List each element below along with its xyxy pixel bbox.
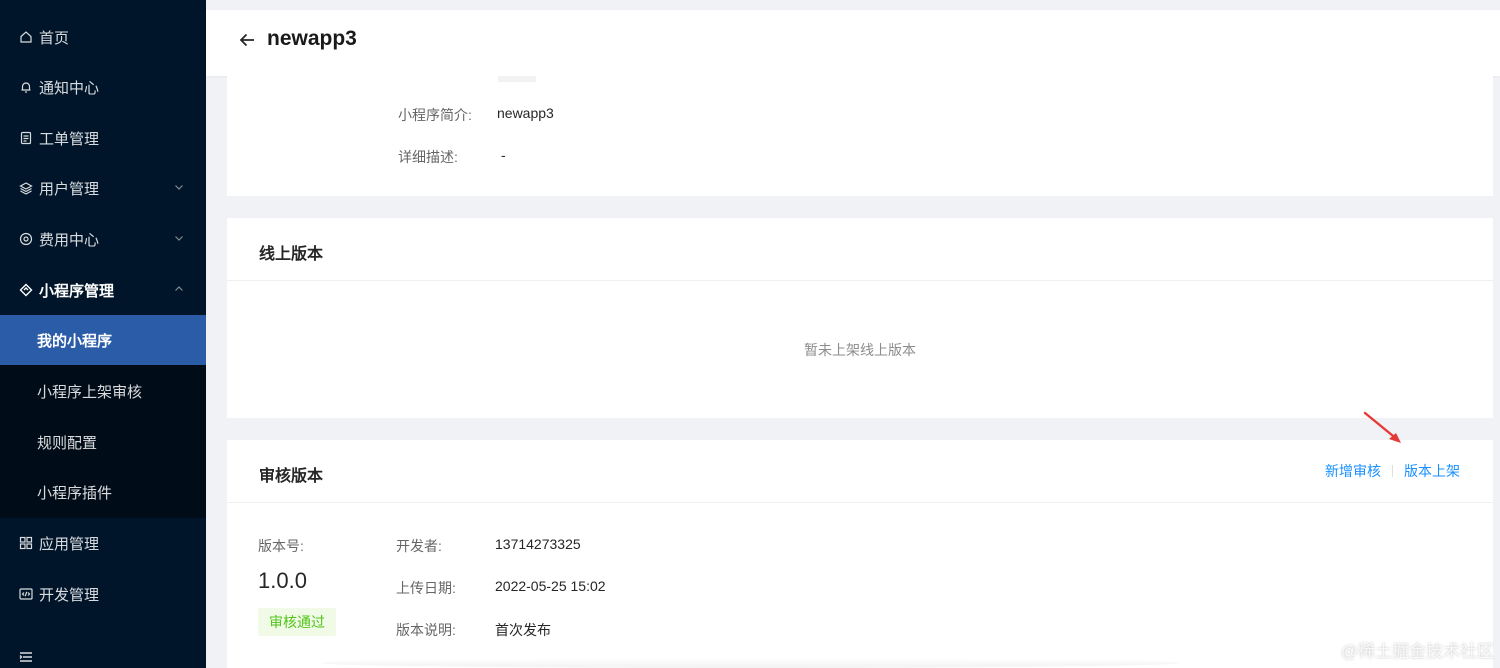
card-actions: 新增审核 版本上架 <box>1325 461 1460 481</box>
developer-label: 开发者: <box>396 538 442 554</box>
sidebar-item-miniprogram[interactable]: 小程序管理 <box>0 265 206 315</box>
clipboard-icon <box>19 131 33 145</box>
sidebar-item-rules[interactable]: 规则配置 <box>0 417 206 467</box>
sidebar-item-label: 工单管理 <box>39 130 100 148</box>
chevron-up-icon <box>175 286 183 291</box>
online-version-card: 线上版本 暂未上架线上版本 <box>227 218 1493 418</box>
chevron-down-icon <box>175 185 183 190</box>
upload-date-label: 上传日期: <box>396 580 456 596</box>
developer-value: 13714273325 <box>495 536 581 552</box>
sidebar-item-plugins[interactable]: 小程序插件 <box>0 467 206 517</box>
chevron-down-icon <box>175 236 183 241</box>
bottom-shadow <box>320 658 1180 668</box>
sidebar-item-dev[interactable]: 开发管理 <box>0 569 206 619</box>
info-card: 小程序简介: newapp3 详细描述: - <box>227 76 1493 196</box>
sidebar-item-label: 小程序管理 <box>39 282 115 300</box>
sidebar: 首页 通知中心 工单管理 用户管理 费用中心 小程序管理 我的小程序 小程序上架… <box>0 0 206 668</box>
diamond-icon <box>19 283 33 297</box>
sidebar-item-apps[interactable]: 应用管理 <box>0 518 206 568</box>
coin-icon <box>19 232 33 246</box>
page-title: newapp3 <box>267 27 357 50</box>
watermark-text: @稀土掘金技术社区 <box>1340 642 1494 661</box>
review-version-card: 审核版本 新增审核 版本上架 版本号: 1.0.0 审核通过 开发者: 1371… <box>227 440 1493 668</box>
publish-version-link[interactable]: 版本上架 <box>1404 461 1460 481</box>
sidebar-item-label: 用户管理 <box>39 180 100 198</box>
arrow-left-icon[interactable] <box>237 30 257 50</box>
divider <box>227 502 1493 503</box>
sidebar-item-home[interactable]: 首页 <box>0 12 206 62</box>
home-icon <box>19 30 33 44</box>
grid-icon <box>19 536 33 550</box>
empty-state-text: 暂未上架线上版本 <box>804 342 916 358</box>
sidebar-item-tickets[interactable]: 工单管理 <box>0 113 206 163</box>
bell-icon <box>19 80 33 94</box>
notes-value: 首次发布 <box>495 622 551 638</box>
sidebar-item-label: 应用管理 <box>39 535 100 553</box>
menu-collapse-icon[interactable] <box>18 649 34 665</box>
status-badge: 审核通过 <box>258 608 336 636</box>
divider <box>227 280 1493 281</box>
online-version-title: 线上版本 <box>259 246 324 263</box>
page-header: newapp3 <box>206 0 1500 76</box>
version-label: 版本号: <box>258 538 304 554</box>
info-stub <box>498 76 536 82</box>
upload-date-value: 2022-05-25 15:02 <box>495 578 606 594</box>
desc-value: - <box>501 147 506 163</box>
sidebar-item-label: 开发管理 <box>39 586 100 604</box>
action-separator <box>1392 465 1393 477</box>
intro-label: 小程序简介: <box>398 107 472 123</box>
desc-label: 详细描述: <box>398 149 458 165</box>
notes-label: 版本说明: <box>396 622 456 638</box>
sidebar-item-listing-review[interactable]: 小程序上架审核 <box>0 366 206 416</box>
review-version-title: 审核版本 <box>259 468 324 485</box>
version-number: 1.0.0 <box>258 568 307 593</box>
intro-value: newapp3 <box>497 105 554 121</box>
code-icon <box>19 587 33 601</box>
sidebar-item-notifications[interactable]: 通知中心 <box>0 62 206 112</box>
annotation-arrow-icon <box>1363 411 1401 443</box>
sidebar-item-label: 通知中心 <box>39 79 100 97</box>
sidebar-item-billing[interactable]: 费用中心 <box>0 214 206 264</box>
add-review-link[interactable]: 新增审核 <box>1325 461 1381 481</box>
sidebar-item-users[interactable]: 用户管理 <box>0 163 206 213</box>
layers-icon <box>19 181 33 195</box>
sidebar-item-my-miniprograms[interactable]: 我的小程序 <box>0 315 206 365</box>
sidebar-item-label: 费用中心 <box>39 231 100 249</box>
sidebar-item-label: 首页 <box>39 29 70 47</box>
